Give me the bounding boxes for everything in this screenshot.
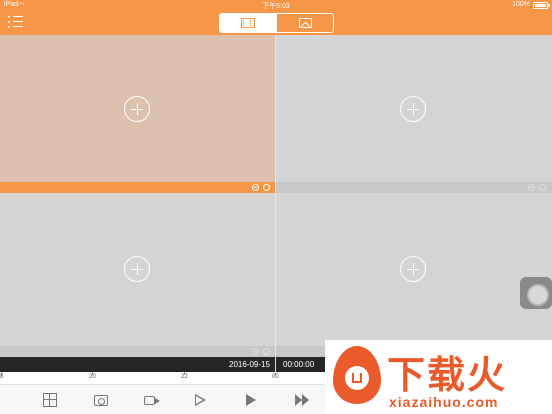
status-time: 下午5:03 xyxy=(262,3,290,10)
pane-divider xyxy=(275,35,276,357)
watermark-url: xiazaihuo.com xyxy=(389,394,499,410)
timeline-date: 2016-09-15 xyxy=(229,360,270,369)
video-pane-1[interactable] xyxy=(0,35,275,182)
step-forward-icon[interactable] xyxy=(195,394,207,406)
ruler-tick-label: 22 xyxy=(181,374,188,380)
mode-segmented-control xyxy=(219,13,334,33)
add-channel-icon[interactable] xyxy=(400,256,426,282)
status-bar: iPad ◠ 下午5:03 100% xyxy=(0,0,552,11)
pane-2-toolbar xyxy=(276,182,552,193)
ruler-tick-label: 8 xyxy=(0,374,4,380)
ruler-tick-label: 20 xyxy=(89,374,96,380)
tab-live-view[interactable] xyxy=(220,14,276,32)
picture-icon xyxy=(298,18,312,28)
video-pane-2[interactable] xyxy=(276,35,552,182)
pane-1-toolbar xyxy=(0,182,275,193)
battery-icon xyxy=(533,2,550,9)
zoom-icon[interactable] xyxy=(252,348,259,355)
nav-bar xyxy=(0,11,552,35)
zoom-icon[interactable] xyxy=(252,184,259,191)
layout-grid-icon[interactable] xyxy=(43,393,57,407)
add-channel-icon[interactable] xyxy=(124,256,150,282)
close-icon[interactable] xyxy=(263,184,270,191)
assistive-touch-button[interactable] xyxy=(520,277,552,309)
pane-3-toolbar xyxy=(0,346,275,357)
zoom-icon[interactable] xyxy=(528,184,535,191)
fast-forward-icon[interactable] xyxy=(295,394,311,406)
tab-playback[interactable] xyxy=(276,14,333,32)
video-pane-3[interactable] xyxy=(0,195,275,346)
watermark-title: 下载火 xyxy=(387,355,508,397)
video-pane-4[interactable] xyxy=(276,195,552,346)
add-channel-icon[interactable] xyxy=(400,96,426,122)
close-icon[interactable] xyxy=(539,184,546,191)
snapshot-camera-icon[interactable] xyxy=(94,395,108,406)
battery-percent: 100% xyxy=(512,1,530,8)
ruler-tick-label: 00 xyxy=(272,374,279,380)
add-channel-icon[interactable] xyxy=(124,96,150,122)
film-icon xyxy=(241,18,255,28)
flame-logo-icon xyxy=(333,346,381,406)
record-video-icon[interactable] xyxy=(144,396,160,405)
watermark-logo: 下载火 xiazaihuo.com xyxy=(325,340,552,414)
play-icon[interactable] xyxy=(246,394,256,406)
timeline-time: 00:00:00 xyxy=(283,360,315,369)
device-list-icon[interactable] xyxy=(8,16,24,28)
close-icon[interactable] xyxy=(263,348,270,355)
